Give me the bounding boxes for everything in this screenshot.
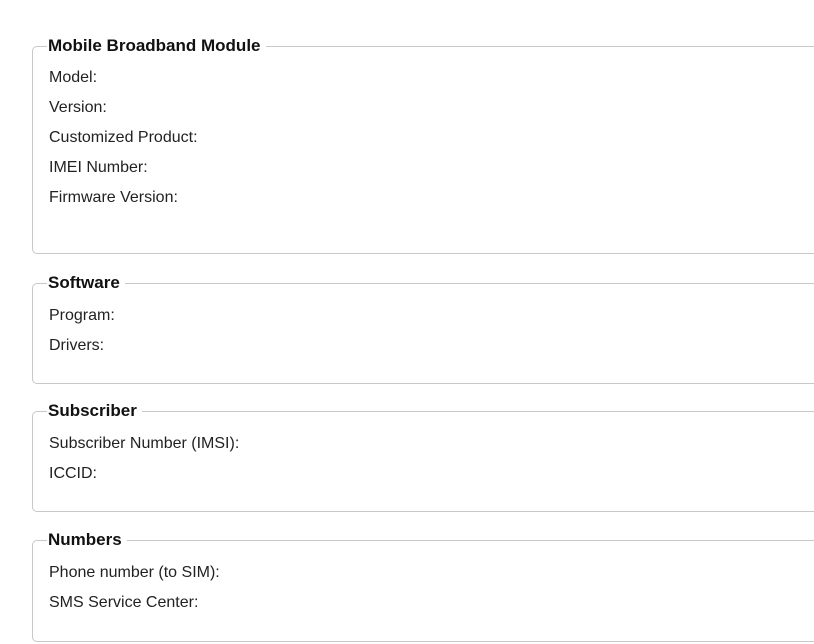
imei-number-label: IMEI Number: (49, 159, 148, 176)
group-title: Subscriber (47, 401, 142, 421)
field-list: Phone number (to SIM): SMS Service Cente… (49, 558, 220, 618)
version-label: Version: (49, 99, 107, 116)
phone-number-label: Phone number (to SIM): (49, 564, 220, 581)
field-list: Program: Drivers: (49, 301, 115, 361)
firmware-version-label: Firmware Version: (49, 189, 178, 206)
group-title: Software (47, 273, 125, 293)
group-title: Numbers (47, 530, 127, 550)
field-list: Subscriber Number (IMSI): ICCID: (49, 429, 239, 489)
subscriber-group: Subscriber Subscriber Number (IMSI): ICC… (32, 401, 814, 512)
customized-product-label: Customized Product: (49, 129, 198, 146)
software-group: Software Program: Drivers: (32, 273, 814, 384)
sms-service-center-label: SMS Service Center: (49, 594, 199, 611)
drivers-label: Drivers: (49, 337, 105, 354)
iccid-label: ICCID: (49, 465, 97, 482)
numbers-group: Numbers Phone number (to SIM): SMS Servi… (32, 530, 814, 642)
program-label: Program: (49, 307, 115, 324)
field-list: Model: Version: Customized Product: IMEI… (49, 63, 198, 213)
subscriber-number-label: Subscriber Number (IMSI): (49, 435, 240, 452)
model-label: Model: (49, 69, 98, 86)
group-title: Mobile Broadband Module (47, 36, 266, 56)
mobile-broadband-module-group: Mobile Broadband Module Model: Version: … (32, 36, 814, 254)
